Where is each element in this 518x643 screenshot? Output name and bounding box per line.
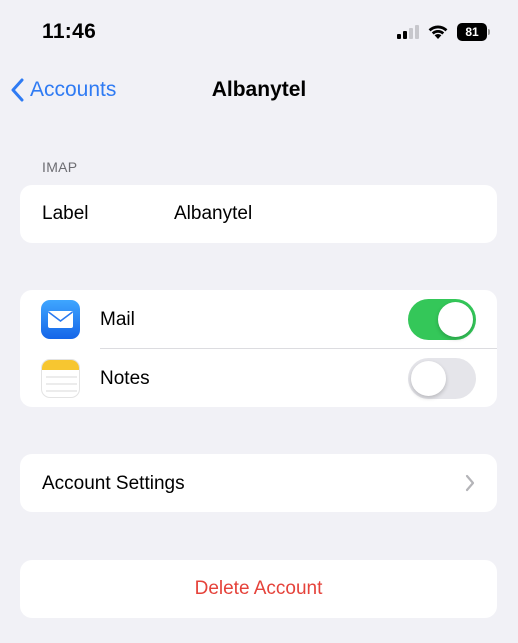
nav-bar: Accounts Albanytel bbox=[0, 62, 518, 118]
section-header-imap: IMAP bbox=[42, 159, 78, 175]
battery-icon: 81 bbox=[457, 23, 487, 41]
mail-icon bbox=[41, 300, 80, 339]
delete-account-button[interactable]: Delete Account bbox=[20, 560, 497, 618]
label-row[interactable]: Label Albanytel bbox=[20, 185, 497, 243]
toggle-row-mail: Mail bbox=[20, 290, 497, 349]
wifi-icon bbox=[428, 25, 448, 39]
delete-account-label: Delete Account bbox=[194, 578, 323, 599]
app-toggles-group: Mail Notes bbox=[20, 290, 497, 407]
cellular-signal-icon bbox=[397, 25, 419, 39]
toggle-row-notes: Notes bbox=[20, 349, 497, 407]
account-settings-label: Account Settings bbox=[42, 473, 185, 494]
status-icons: 81 bbox=[397, 22, 490, 42]
battery-cap bbox=[488, 29, 490, 35]
mail-toggle-knob bbox=[438, 302, 473, 337]
notes-icon bbox=[41, 359, 80, 398]
battery-level: 81 bbox=[465, 25, 479, 39]
notes-pad-icon bbox=[42, 360, 79, 392]
status-time: 11:46 bbox=[42, 20, 97, 43]
status-bar: 11:46 81 bbox=[0, 0, 518, 62]
screen: 11:46 81 Accounts Albanytel IMAP Label A… bbox=[0, 0, 518, 643]
notes-label: Notes bbox=[100, 368, 150, 389]
mail-toggle[interactable] bbox=[408, 299, 476, 340]
label-key: Label bbox=[42, 203, 89, 224]
account-settings-row[interactable]: Account Settings bbox=[20, 454, 497, 512]
mail-envelope-icon bbox=[48, 311, 73, 328]
chevron-right-icon bbox=[465, 474, 475, 492]
label-value-field[interactable]: Albanytel bbox=[174, 203, 252, 225]
mail-label: Mail bbox=[100, 309, 135, 330]
battery-indicator: 81 bbox=[457, 23, 490, 41]
page-title-text: Albanytel bbox=[211, 78, 307, 101]
notes-toggle-knob bbox=[411, 361, 446, 396]
notes-toggle[interactable] bbox=[408, 358, 476, 399]
page-title: Albanytel bbox=[0, 78, 518, 102]
